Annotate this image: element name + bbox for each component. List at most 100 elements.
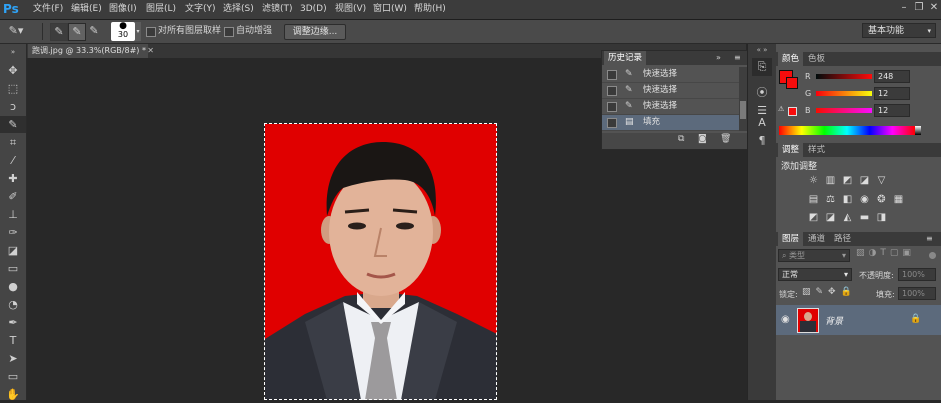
b-slider[interactable] [816,108,872,113]
tab-styles[interactable]: 样式 [804,143,829,157]
pen-tool-icon[interactable]: ✒ [0,314,26,331]
exposure-icon[interactable]: ◪ [859,175,870,186]
filter-toggle-icon[interactable] [929,252,936,259]
eyedropper-tool-icon[interactable]: ⁄ [0,152,26,169]
history-tab[interactable]: 历史记录 [604,51,647,65]
r-value-field[interactable]: 248 [874,70,910,83]
toolbar-collapse-icon[interactable]: » [0,47,26,57]
brightness-contrast-icon[interactable]: ☼ [808,175,819,186]
quick-selection-tool-icon[interactable]: ✎ [0,116,26,133]
brush-dropdown-arrow-icon[interactable]: ▾ [135,22,141,41]
menu-file[interactable]: 文件(F) [33,0,63,19]
new-selection-icon[interactable]: ✎ [50,23,68,41]
blur-tool-icon[interactable]: ● [0,278,26,295]
history-brush-tool-icon[interactable]: ✑ [0,224,26,241]
strip-collapse-icon[interactable]: « » [748,44,776,56]
hue-saturation-icon[interactable]: ▤ [808,194,819,205]
add-to-selection-icon[interactable]: ✎ [68,23,86,41]
path-selection-tool-icon[interactable]: ➤ [0,350,26,367]
levels-icon[interactable]: ▥ [825,175,836,186]
menu-filter[interactable]: 滤镜(T) [262,0,293,19]
gradient-tool-icon[interactable]: ▭ [0,260,26,277]
history-item-selected[interactable]: ▤ 填充 [602,115,739,131]
layer-filter-select[interactable]: ⌕ 类型 ▾ [778,249,850,262]
auto-enhance-checkbox[interactable] [224,27,234,37]
selective-color-icon[interactable]: ◨ [876,212,887,223]
healing-brush-tool-icon[interactable]: ✚ [0,170,26,187]
g-slider[interactable] [816,91,872,96]
actions-panel-icon[interactable]: ⦿ [752,84,772,102]
g-value-field[interactable]: 12 [874,87,910,100]
threshold-icon[interactable]: ◭ [842,212,853,223]
dodge-tool-icon[interactable]: ◔ [0,296,26,313]
sample-all-layers-checkbox[interactable] [146,27,156,37]
brush-picker[interactable]: ● 30 [111,22,135,41]
vibrance-icon[interactable]: ▽ [876,175,887,186]
menu-layer[interactable]: 图层(L) [146,0,176,19]
menu-3d[interactable]: 3D(D) [300,0,327,19]
trash-icon[interactable]: 🗑 [720,134,731,144]
tab-channels[interactable]: 通道 [804,232,829,246]
subtract-from-selection-icon[interactable]: ✎ [86,23,102,39]
restore-button[interactable]: ❐ [912,1,926,15]
scroll-thumb[interactable] [740,101,746,119]
lock-icons[interactable]: ▨✎✥🔒 [802,287,857,297]
snapshot-camera-icon[interactable]: ◙ [698,134,707,144]
tab-paths[interactable]: 路径 [830,232,855,246]
menu-type[interactable]: 文字(Y) [185,0,216,19]
history-item-checkbox[interactable] [607,70,617,80]
history-item[interactable]: ✎ 快速选择 [602,67,739,83]
color-balance-icon[interactable]: ⚖ [825,194,836,205]
posterize-icon[interactable]: ◪ [825,212,836,223]
paragraph-panel-icon[interactable]: ¶ [752,132,772,150]
color-spectrum-ramp[interactable] [779,126,915,135]
tab-swatches[interactable]: 色板 [804,52,829,66]
b-value-field[interactable]: 12 [874,104,910,117]
menu-edit[interactable]: 编辑(E) [71,0,102,19]
clone-stamp-tool-icon[interactable]: ⊥ [0,206,26,223]
minimize-button[interactable]: – [897,1,911,15]
layer-filter-icons[interactable]: ▨◑T▢▣ [856,248,915,258]
visibility-eye-icon[interactable]: ◉ [781,314,790,325]
background-color-swatch[interactable] [786,77,798,89]
new-document-from-state-icon[interactable]: ⧉ [678,134,684,144]
opacity-field[interactable]: 100% [898,268,936,281]
r-slider[interactable] [816,74,872,79]
panel-collapse-icon[interactable]: » [716,51,721,65]
lasso-tool-icon[interactable]: ↄ [0,98,26,115]
tab-layers[interactable]: 图层 [778,232,804,246]
type-tool-icon[interactable]: T [0,332,26,349]
crop-tool-icon[interactable]: ⌗ [0,134,26,151]
hand-tool-icon[interactable]: ✋ [0,386,26,403]
menu-image[interactable]: 图像(I) [109,0,137,19]
workspace-select[interactable]: 基本功能 ▾ [862,23,936,38]
panel-menu-icon[interactable]: ≡ [926,232,933,246]
menu-select[interactable]: 选择(S) [223,0,254,19]
history-panel-icon[interactable]: ⎘ [752,58,772,76]
layer-row-background[interactable]: ◉ 背景 🔒 [776,305,941,335]
quick-selection-preset-icon[interactable]: ✎▾ [6,23,26,39]
black-white-icon[interactable]: ◧ [842,194,853,205]
eraser-tool-icon[interactable]: ◪ [0,242,26,259]
layer-name[interactable]: 背景 [825,314,843,327]
panel-menu-icon[interactable]: ≡ [734,51,741,65]
brush-tool-icon[interactable]: ✐ [0,188,26,205]
channel-mixer-icon[interactable]: ❂ [876,194,887,205]
menu-window[interactable]: 窗口(W) [373,0,407,19]
refine-edge-button[interactable]: 调整边缘... [284,24,346,40]
close-button[interactable]: ✕ [927,1,941,15]
menu-view[interactable]: 视图(V) [335,0,366,19]
history-item[interactable]: ✎ 快速选择 [602,83,739,99]
character-panel-icon[interactable]: A [752,114,772,132]
blend-mode-select[interactable]: 正常 ▾ [778,268,852,281]
close-tab-icon[interactable]: ✕ [147,44,154,58]
history-item-checkbox[interactable] [607,118,617,128]
photo-filter-icon[interactable]: ◉ [859,194,870,205]
fill-field[interactable]: 100% [898,287,936,300]
history-scrollbar[interactable] [739,67,747,131]
invert-icon[interactable]: ◩ [808,212,819,223]
tab-color[interactable]: 颜色 [778,52,804,66]
rectangle-tool-icon[interactable]: ▭ [0,368,26,385]
black-white-ramp[interactable] [915,126,921,135]
color-lookup-icon[interactable]: ▦ [893,194,904,205]
